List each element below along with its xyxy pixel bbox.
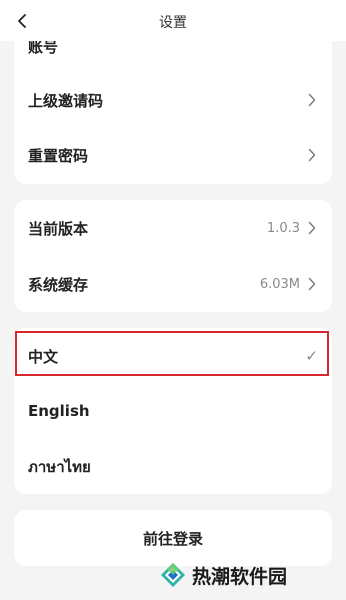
- diamond-logo-icon: [161, 563, 185, 587]
- info-card: 当前版本 1.0.3 系统缓存 6.03M: [14, 200, 332, 312]
- language-label-chinese: 中文: [28, 347, 59, 366]
- watermark: 热潮软件园: [160, 557, 340, 593]
- system-cache-value: 6.03M: [259, 276, 300, 292]
- language-option-thai[interactable]: ภาษาไทย: [14, 439, 332, 494]
- language-label-english: English: [28, 402, 90, 420]
- current-version-value: 1.0.3: [266, 220, 300, 236]
- chevron-right-icon: [306, 148, 318, 162]
- watermark-text: 热潮软件园: [192, 565, 288, 588]
- chevron-right-icon: [306, 221, 318, 235]
- top-nav-bar: 设置: [0, 0, 346, 41]
- language-card: 中文 ✓ English ภาษาไทย: [14, 328, 332, 494]
- list-item-inviter-code[interactable]: 上级邀请码: [14, 72, 332, 128]
- system-cache-label: 系统缓存: [28, 275, 89, 294]
- list-item-current-version[interactable]: 当前版本 1.0.3: [14, 200, 332, 256]
- language-label-thai: ภาษาไทย: [28, 458, 91, 476]
- chevron-right-icon: [306, 93, 318, 107]
- chevron-right-icon: [306, 277, 318, 291]
- list-item-reset-password[interactable]: 重置密码: [14, 127, 332, 183]
- inviter-code-label: 上级邀请码: [28, 91, 104, 110]
- reset-password-label: 重置密码: [28, 146, 89, 165]
- language-option-english[interactable]: English: [14, 383, 332, 439]
- current-version-label: 当前版本: [28, 219, 89, 238]
- language-option-chinese[interactable]: 中文 ✓: [14, 328, 332, 384]
- checkmark-icon: ✓: [305, 347, 318, 365]
- list-item-system-cache[interactable]: 系统缓存 6.03M: [14, 256, 332, 312]
- account-card: 账号 上级邀请码 重置密码: [14, 18, 332, 184]
- page-title: 设置: [159, 15, 187, 31]
